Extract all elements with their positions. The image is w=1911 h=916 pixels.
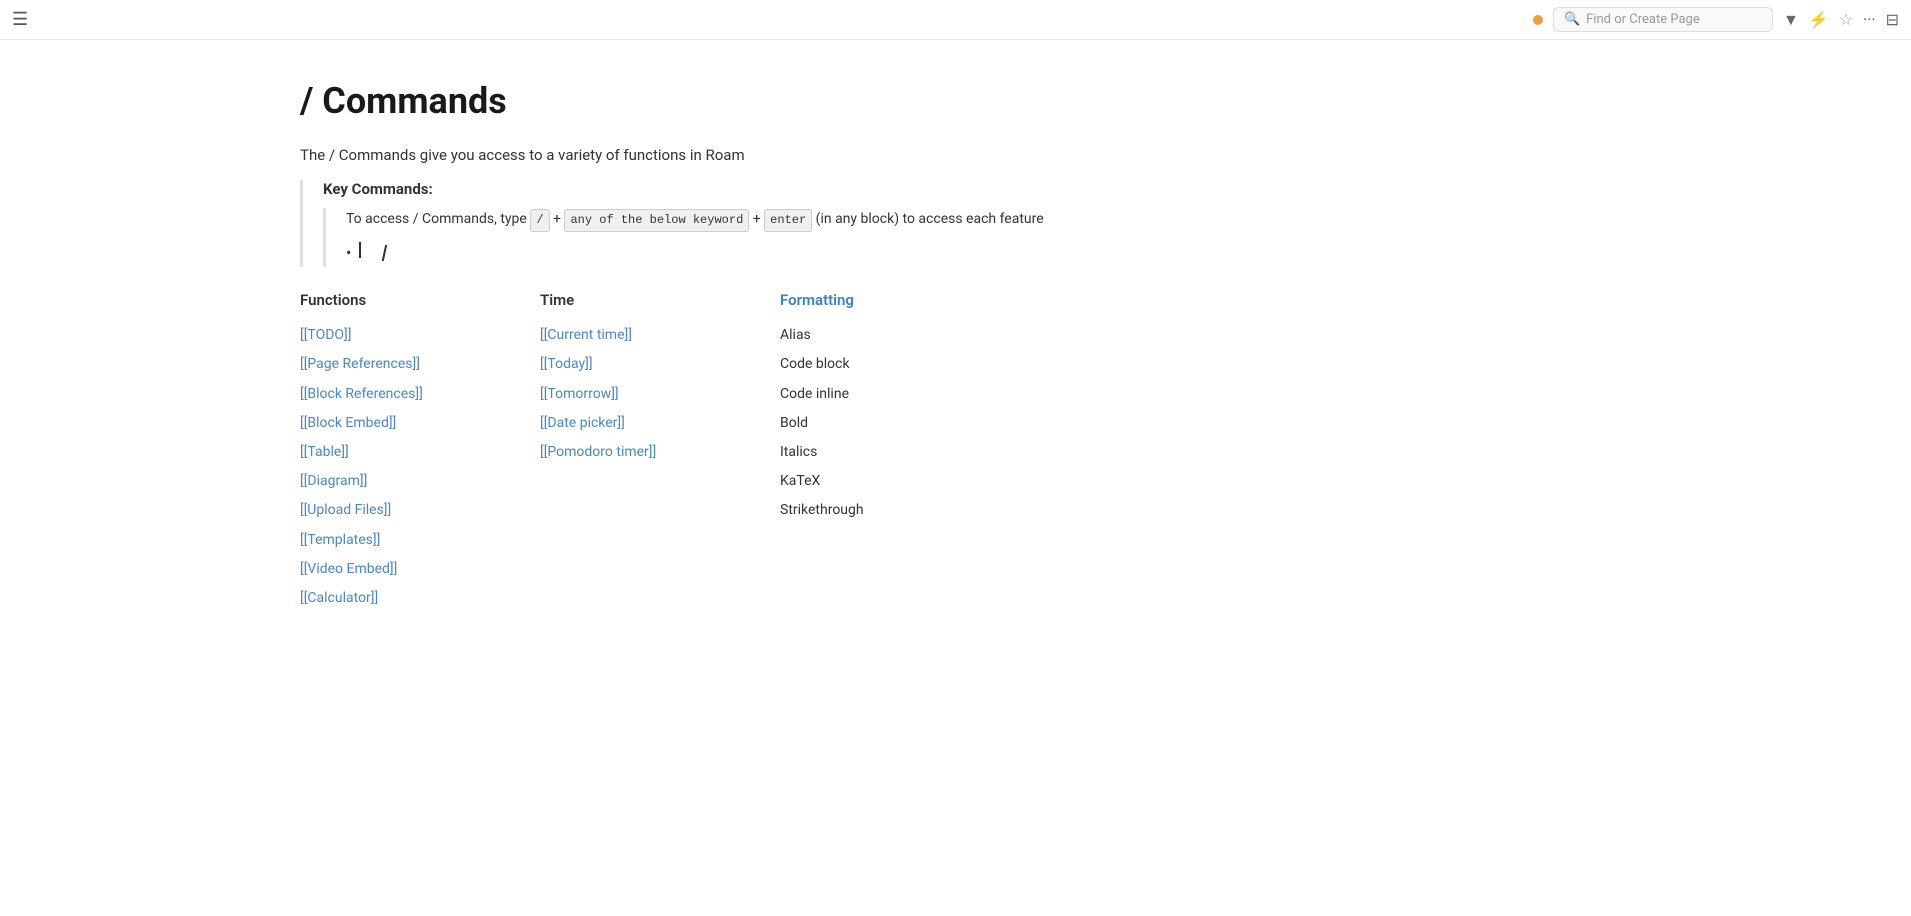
instruction-prefix: To access / Commands, type [346,211,527,227]
time-column: Time [[Current time]] [[Today]] [[Tomorr… [540,291,700,465]
bullet-item: • 𝐼 [346,242,1140,267]
formatting-column: Formatting Alias Code block Code inline … [780,291,940,523]
search-bar[interactable]: 🔍 Find or Create Page [1553,7,1773,32]
list-item[interactable]: [[Video Embed]] [300,557,460,582]
more-icon[interactable]: ··· [1863,10,1876,29]
search-placeholder: Find or Create Page [1586,12,1700,27]
time-header: Time [540,291,700,309]
list-item: Alias [780,323,940,348]
list-item: Italics [780,440,940,465]
functions-header: Functions [300,291,460,309]
hamburger-menu-icon[interactable]: ☰ [12,9,28,30]
plus2: + [753,211,764,227]
formatting-header: Formatting [780,291,940,309]
topbar: ☰ 🔍 Find or Create Page ▼ ⚡ ☆ ··· ⊟ [0,0,1911,40]
filter2-icon[interactable]: ⚡ [1809,10,1829,29]
search-icon: 🔍 [1564,12,1580,27]
list-item[interactable]: [[Table]] [300,440,460,465]
list-item[interactable]: [[Calculator]] [300,586,460,611]
bullet-dot: • [346,242,351,264]
i-cursor-icon: 𝐼 [381,242,387,267]
list-item[interactable]: [[Templates]] [300,528,460,553]
list-item[interactable]: [[Block Embed]] [300,411,460,436]
cursor-bar [359,242,365,258]
list-item[interactable]: [[Pomodoro timer]] [540,440,700,465]
list-item[interactable]: [[Block References]] [300,382,460,407]
functions-column: Functions [[TODO]] [[Page References]] [… [300,291,460,611]
enter-code: enter [764,209,812,232]
list-item[interactable]: [[Current time]] [540,323,700,348]
instruction-text: To access / Commands, type / + any of th… [346,208,1140,232]
list-item[interactable]: [[Diagram]] [300,469,460,494]
topbar-right: 🔍 Find or Create Page ▼ ⚡ ☆ ··· ⊟ [1533,7,1899,32]
layout-icon[interactable]: ⊟ [1886,10,1899,29]
callout-block: Key Commands: To access / Commands, type… [300,180,1140,267]
key-commands-label: Key Commands: [323,180,1140,198]
intro-text: The / Commands give you access to a vari… [300,146,1140,164]
list-item[interactable]: [[Today]] [540,352,700,377]
sync-status-dot [1533,15,1543,25]
list-item[interactable]: [[Page References]] [300,352,460,377]
topbar-left: ☰ [12,9,28,30]
list-item: Code block [780,352,940,377]
keyword-code: any of the below keyword [564,209,749,232]
main-content: / Commands The / Commands give you acces… [0,40,1200,651]
list-item[interactable]: [[TODO]] [300,323,460,348]
list-item: Strikethrough [780,498,940,523]
slash-code: / [530,209,549,232]
star-icon[interactable]: ☆ [1839,10,1853,29]
tables-section: Functions [[TODO]] [[Page References]] [… [300,291,1140,611]
list-item[interactable]: [[Date picker]] [540,411,700,436]
filter-icon[interactable]: ▼ [1783,10,1799,30]
page-title: / Commands [300,80,1140,122]
list-item[interactable]: [[Upload Files]] [300,498,460,523]
list-item[interactable]: [[Tomorrow]] [540,382,700,407]
list-item: KaTeX [780,469,940,494]
instruction-block: To access / Commands, type / + any of th… [323,208,1140,267]
instruction-suffix: (in any block) to access each feature [816,211,1044,227]
plus1: + [553,211,564,227]
list-item: Bold [780,411,940,436]
list-item: Code inline [780,382,940,407]
